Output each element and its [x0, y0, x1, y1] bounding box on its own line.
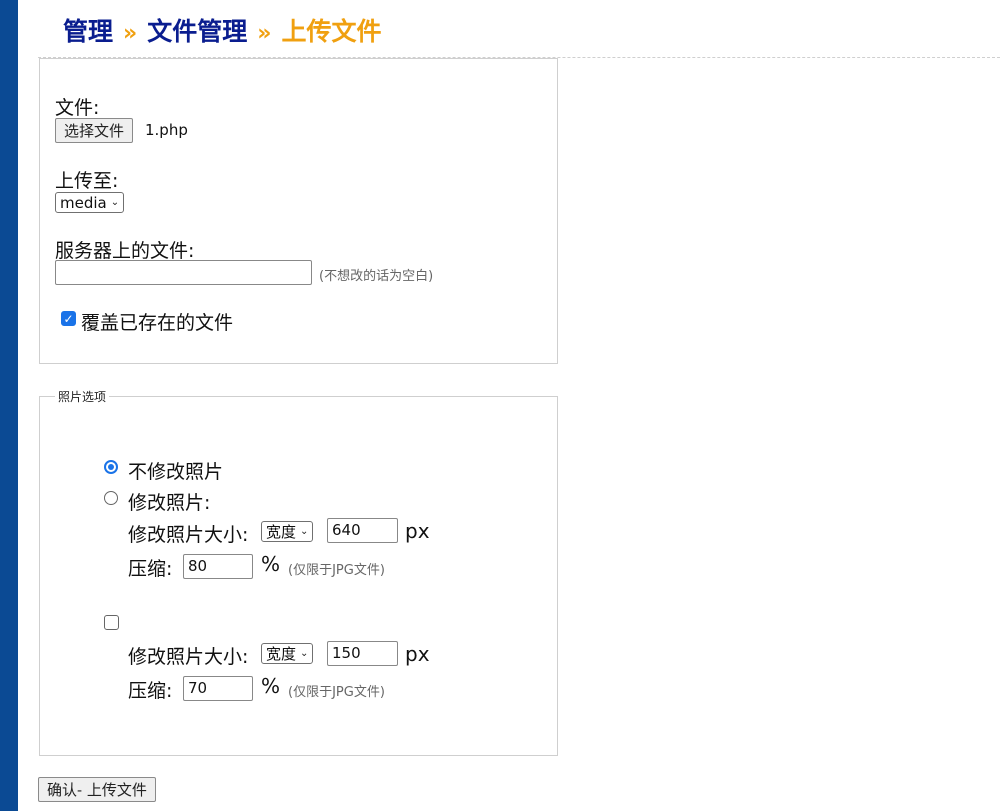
upload-to-value: media — [60, 193, 107, 212]
resize-dimension-value: 宽度 — [266, 523, 297, 541]
choose-file-button[interactable]: 选择文件 — [55, 118, 134, 143]
breadcrumb-item-file-management[interactable]: 文件管理 — [147, 17, 247, 46]
compress-label: 压缩: — [128, 558, 173, 580]
thumb-compress-label: 压缩: — [128, 680, 173, 702]
modify-radio[interactable] — [104, 491, 118, 505]
breadcrumb-separator: » — [257, 21, 272, 46]
left-sidebar-bar — [0, 0, 18, 811]
no-modify-label: 不修改照片 — [128, 461, 224, 483]
compress-unit: % — [261, 552, 281, 576]
breadcrumb-current: 上传文件 — [281, 17, 382, 46]
chevron-down-icon: ⌄ — [110, 197, 120, 208]
thumb-resize-dimension-select[interactable]: 宽度 ⌄ — [261, 643, 314, 664]
resize-label: 修改照片大小: — [128, 524, 249, 546]
file-label: 文件: — [55, 97, 100, 119]
overwrite-label: 覆盖已存在的文件 — [81, 312, 234, 334]
upload-to-select[interactable]: media ⌄ — [55, 192, 125, 213]
thumb-compress-unit: % — [261, 674, 281, 698]
breadcrumb: 管理 » 文件管理 » 上传文件 — [63, 12, 381, 48]
modify-label: 修改照片: — [128, 492, 211, 514]
thumb-compress-value-input[interactable]: 70 — [183, 676, 253, 701]
server-file-label: 服务器上的文件: — [55, 240, 195, 262]
submit-upload-button[interactable]: 确认- 上传文件 — [38, 777, 156, 802]
thumb-resize-unit: px — [405, 642, 430, 666]
chevron-down-icon: ⌄ — [300, 526, 309, 537]
photo-options-fieldset: 照片选项 不修改照片 修改照片: 修改照片大小: 宽度 ⌄ 640 px 压缩:… — [39, 388, 558, 756]
breadcrumb-item-admin[interactable]: 管理 — [63, 17, 113, 46]
no-modify-radio[interactable] — [104, 460, 118, 474]
photo-options-legend: 照片选项 — [55, 388, 110, 405]
server-file-input[interactable] — [55, 260, 312, 285]
thumb-jpg-only-hint: (仅限于JPG文件) — [288, 685, 385, 700]
compress-value-input[interactable]: 80 — [183, 554, 253, 579]
thumb-resize-value-input[interactable]: 150 — [327, 641, 398, 666]
chevron-down-icon: ⌄ — [300, 648, 309, 659]
resize-dimension-select[interactable]: 宽度 ⌄ — [261, 521, 314, 542]
jpg-only-hint: (仅限于JPG文件) — [288, 563, 385, 578]
overwrite-checkbox[interactable]: ✓ — [61, 311, 76, 326]
thumb-resize-label: 修改照片大小: — [128, 646, 249, 668]
resize-value-input[interactable]: 640 — [327, 518, 398, 543]
selected-file-name: 1.php — [145, 121, 188, 139]
thumbnail-checkbox[interactable] — [104, 615, 119, 630]
resize-unit: px — [405, 519, 430, 543]
thumb-resize-dimension-value: 宽度 — [266, 645, 297, 663]
breadcrumb-separator: » — [123, 21, 138, 46]
upload-fieldset: 文件: 选择文件 1.php 上传至: media ⌄ 服务器上的文件: (不想… — [39, 58, 558, 364]
server-file-hint: (不想改的话为空白) — [319, 269, 434, 284]
upload-to-label: 上传至: — [55, 170, 119, 192]
